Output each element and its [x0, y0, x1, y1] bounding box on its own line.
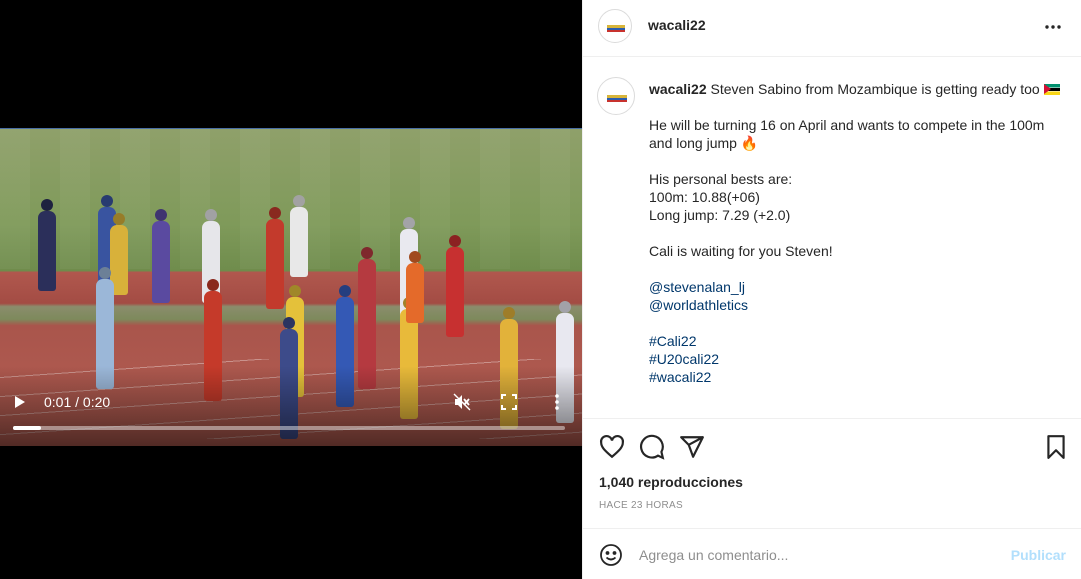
caption-line1: Steven Sabino from Mozambique is getting… [710, 81, 1040, 97]
hashtag-link[interactable]: #wacali22 [649, 368, 1069, 386]
athlete-figure [266, 219, 284, 309]
video-progress-fill [13, 426, 41, 430]
comment-bar: Publicar [583, 528, 1081, 579]
caption-para2-line1: He will be turning 16 on April and wants… [649, 117, 1045, 133]
hashtag-link[interactable]: #U20cali22 [649, 350, 1069, 368]
caption-username[interactable]: wacali22 [649, 81, 707, 97]
mute-icon[interactable] [453, 393, 471, 411]
post-time[interactable]: HACE 23 HORAS [599, 500, 683, 511]
mention-link[interactable]: @worldathletics [649, 296, 1069, 314]
share-icon[interactable] [679, 434, 705, 460]
bookmark-icon[interactable] [1043, 434, 1069, 460]
hashtag-link[interactable]: #Cali22 [649, 332, 1069, 350]
video-time: 0:01 / 0:20 [44, 394, 111, 410]
caption-para3-line1: His personal bests are: [649, 171, 793, 187]
caption-para3-line2: 100m: 10.88(+06) [649, 189, 760, 205]
heart-icon[interactable] [599, 434, 625, 460]
fullscreen-icon[interactable] [500, 393, 518, 411]
athlete-figure [406, 263, 424, 323]
comment-icon[interactable] [639, 434, 665, 460]
comment-input[interactable] [639, 543, 999, 567]
play-icon[interactable] [12, 394, 28, 410]
caption-para4: Cali is waiting for you Steven! [649, 243, 833, 259]
caption-text: wacali22 Steven Sabino from Mozambique i… [649, 80, 1069, 386]
athlete-figure [152, 221, 170, 303]
mention-link[interactable]: @stevenalan_lj [649, 278, 1069, 296]
post-sidebar: wacali22 wacali22 Steven Sabino from Moz… [582, 0, 1081, 579]
athlete-figure [38, 211, 56, 291]
post-header: wacali22 [583, 0, 1081, 57]
caption-area: wacali22 Steven Sabino from Mozambique i… [583, 57, 1081, 419]
emoji-icon[interactable] [599, 543, 623, 567]
caption-para3-line3: Long jump: 7.29 (+2.0) [649, 207, 791, 223]
video-progress-bar[interactable] [13, 426, 565, 430]
caption-para2-line2: and long jump 🔥 [649, 135, 759, 151]
video-controls: 0:01 / 0:20 [0, 388, 582, 438]
header-username[interactable]: wacali22 [648, 17, 706, 33]
avatar[interactable] [598, 9, 632, 43]
publish-button[interactable]: Publicar [1011, 547, 1066, 563]
more-vertical-icon[interactable] [550, 393, 564, 411]
video-player[interactable]: 0:01 / 0:20 [0, 0, 582, 579]
athlete-figure [446, 247, 464, 337]
athlete-figure [290, 207, 308, 277]
view-count[interactable]: 1,040 reproducciones [599, 474, 743, 490]
mozambique-flag-icon [1043, 84, 1060, 95]
avatar[interactable] [597, 77, 635, 115]
more-horizontal-icon[interactable] [1043, 17, 1063, 37]
post-actions [583, 420, 1081, 470]
